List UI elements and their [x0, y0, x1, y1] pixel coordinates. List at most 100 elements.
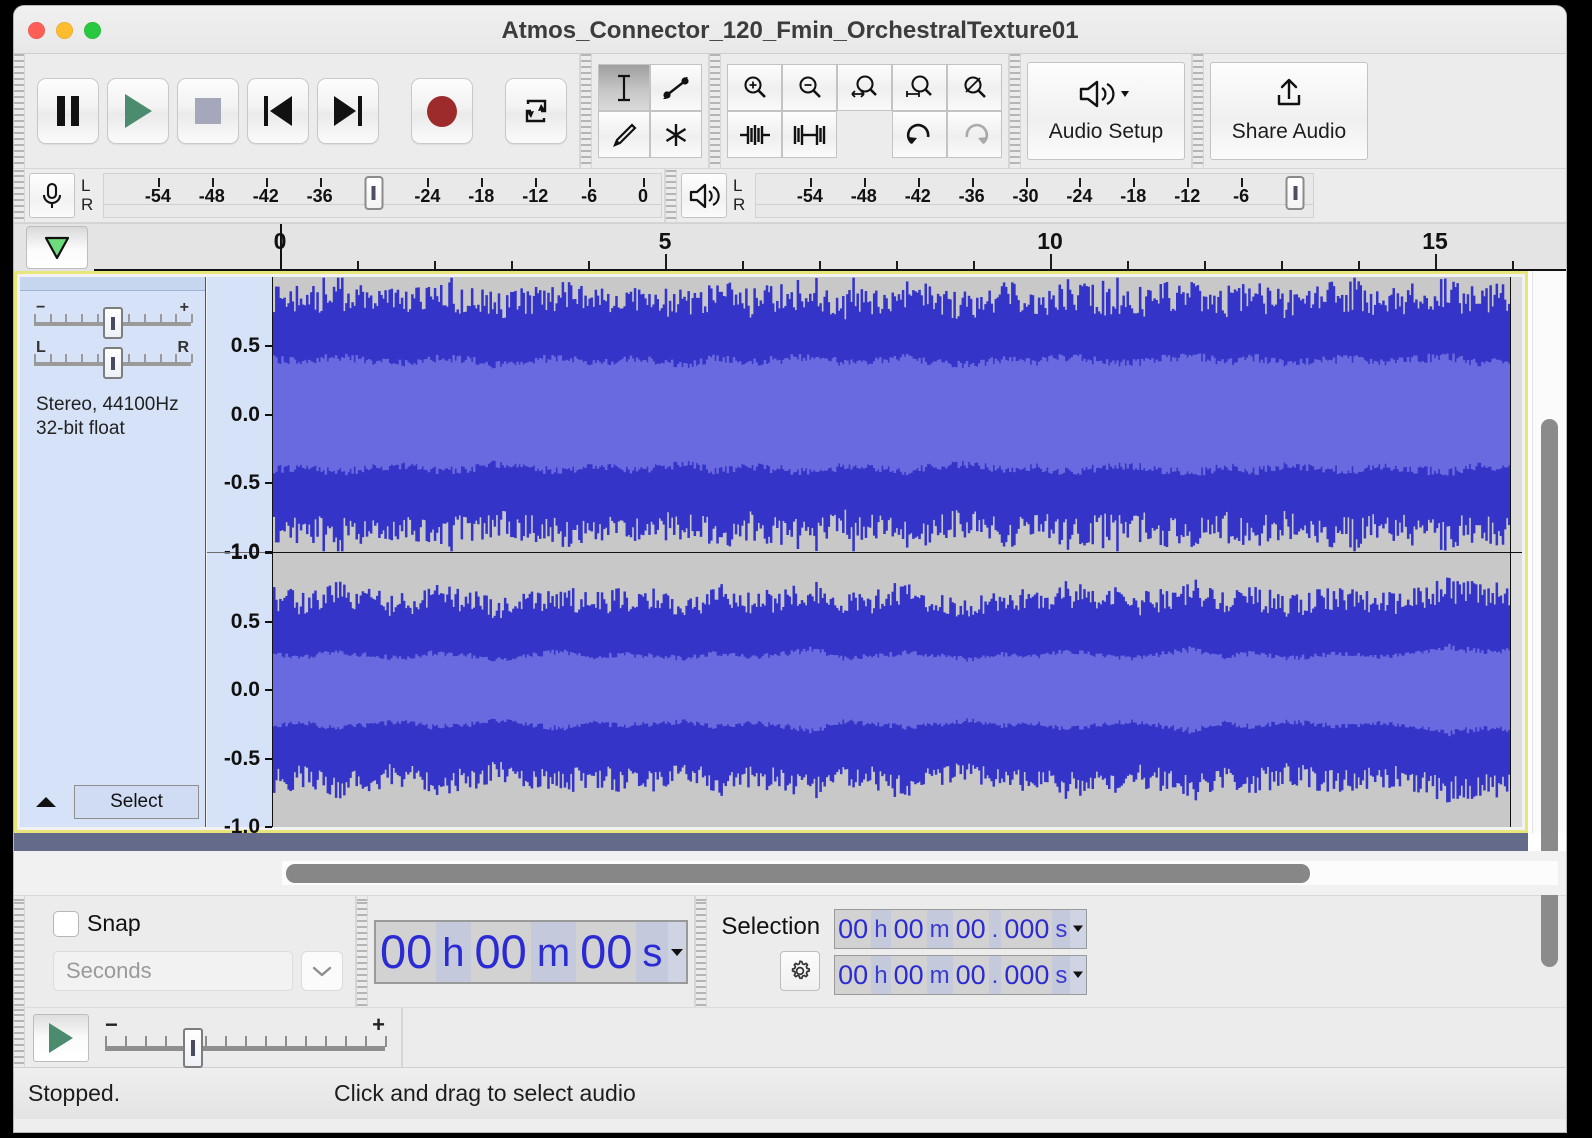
edit-toolbar-grip[interactable]	[710, 54, 721, 168]
sel-end-decimal: .	[991, 961, 999, 989]
sel-start-format-arrow[interactable]	[1070, 909, 1087, 948]
sel-start-minutes-unit: m	[929, 915, 950, 943]
sel-start-minutes[interactable]: 00	[890, 909, 927, 948]
zoom-toggle-button[interactable]	[947, 64, 1002, 111]
audio-setup-icon	[1075, 77, 1137, 116]
playback-meter-grip[interactable]	[666, 169, 677, 222]
fit-selection-button[interactable]	[837, 64, 892, 111]
undo-icon	[906, 123, 929, 144]
vertical-ruler-tick	[265, 757, 272, 760]
playback-meter[interactable]: -54-48-42-36-30-24-18-12-60	[755, 173, 1314, 218]
tools-toolbar	[592, 54, 708, 168]
playback-meter-channels: L R	[731, 169, 753, 222]
selection-end-field[interactable]: 00 h 00 m 00 . 000 s	[834, 954, 1088, 995]
collapse-track-button[interactable]	[28, 786, 64, 818]
waveform-channel-right[interactable]	[273, 552, 1522, 827]
recording-meter-button[interactable]	[29, 173, 75, 218]
sel-start-seconds[interactable]: 00	[952, 909, 989, 948]
stop-button[interactable]	[177, 78, 239, 144]
selection-settings-button[interactable]	[780, 950, 821, 991]
audio-setup-button[interactable]: Audio Setup	[1027, 62, 1185, 160]
selection-toolbar-grip[interactable]	[696, 896, 708, 1007]
playback-meter-ticks: -54-48-42-36-30-24-18-12-60	[756, 174, 1313, 217]
playback-meter-button[interactable]	[681, 173, 727, 218]
snap-checkbox[interactable]	[53, 910, 79, 937]
meter-slider-thumb[interactable]	[364, 176, 384, 210]
play-at-speed-button[interactable]	[33, 1013, 89, 1062]
pinned-play-head-button[interactable]	[26, 226, 88, 269]
waveform-channel-left[interactable]	[273, 277, 1522, 552]
time-format-arrow[interactable]	[668, 921, 687, 982]
clip-left[interactable]	[273, 277, 1511, 552]
time-seconds[interactable]: 00	[576, 921, 637, 982]
selection-tool-button[interactable]	[598, 64, 650, 111]
selection-start-field[interactable]: 00 h 00 m 00 . 000 s	[834, 908, 1088, 949]
caret-down-icon	[1073, 971, 1084, 978]
clip-right[interactable]	[273, 553, 1511, 827]
pause-button[interactable]	[37, 78, 99, 144]
vertical-ruler: 0.5 0.0 -0.5 -1.0 1.0 0.5 0.0 -0.5 -1.0	[207, 277, 273, 838]
play-speed-thumb[interactable]	[183, 1027, 203, 1068]
play-speed-min-label: −	[105, 1011, 118, 1037]
sel-start-millis[interactable]: 000	[1001, 909, 1053, 948]
track-bottom-controls: Select	[28, 785, 199, 819]
waveform-area[interactable]	[273, 277, 1522, 827]
gain-slider[interactable]: − +	[34, 299, 193, 339]
silence-audio-button[interactable]	[782, 111, 837, 158]
pan-slider-thumb[interactable]	[102, 347, 123, 379]
horizontal-scrollbar[interactable]	[14, 851, 1566, 895]
meter-tick-label: -48	[198, 186, 225, 206]
vertical-ruler-label: 0.0	[230, 678, 260, 701]
snap-format-dropdown-button[interactable]	[301, 951, 343, 991]
snap-toolbar-grip[interactable]	[14, 896, 25, 1007]
audio-setup-grip[interactable]	[1010, 54, 1021, 168]
play-speed-grip[interactable]	[14, 1008, 25, 1067]
zoom-in-button[interactable]	[727, 64, 782, 111]
multi-tool-button[interactable]	[650, 111, 702, 158]
play-speed-slider[interactable]: − +	[105, 1011, 387, 1068]
draw-tool-button[interactable]	[598, 111, 650, 158]
track-control-panel[interactable]: − + L R Stereo, 44100Hz 32-bit float Sel…	[20, 277, 206, 827]
snap-format-input[interactable]: Seconds	[53, 951, 293, 991]
gain-slider-thumb[interactable]	[102, 307, 123, 339]
audio-position-display[interactable]: 00 h 00 m 00 s	[374, 919, 689, 984]
recording-meter[interactable]: -54 -48 -42 -36 -24 -18 -12 -6 0	[103, 173, 662, 218]
fit-project-button[interactable]	[892, 64, 947, 111]
time-hours[interactable]: 00	[376, 921, 437, 982]
skip-to-end-button[interactable]	[317, 78, 379, 144]
pan-slider[interactable]: L R	[34, 339, 193, 379]
sel-end-format-arrow[interactable]	[1070, 955, 1087, 994]
timeline-ruler[interactable]: 051015	[94, 224, 1566, 271]
play-at-speed-icon	[49, 1022, 73, 1053]
stop-icon	[195, 98, 221, 124]
vertical-scrollbar[interactable]	[1532, 271, 1566, 967]
transport-toolbar-grip[interactable]	[14, 54, 25, 168]
recording-meter-grip[interactable]	[14, 169, 25, 222]
loop-button[interactable]	[505, 78, 567, 144]
redo-button[interactable]	[947, 111, 1002, 158]
tools-toolbar-grip[interactable]	[581, 54, 592, 168]
horizontal-scrollbar-thumb[interactable]	[286, 864, 1310, 883]
snap-format-combo[interactable]: Seconds	[53, 951, 355, 991]
share-audio-button[interactable]: Share Audio	[1210, 62, 1368, 160]
record-button[interactable]	[411, 78, 473, 144]
zoom-out-button[interactable]	[782, 64, 837, 111]
select-track-button[interactable]: Select	[74, 785, 199, 819]
recording-channel-l: L	[81, 176, 91, 196]
time-minutes[interactable]: 00	[470, 921, 531, 982]
playhead-line	[280, 224, 282, 269]
sel-start-hours[interactable]: 00	[835, 909, 872, 948]
skip-to-start-button[interactable]	[247, 78, 309, 144]
undo-button[interactable]	[892, 111, 947, 158]
trim-audio-button[interactable]	[727, 111, 782, 158]
sel-end-hours[interactable]: 00	[835, 955, 872, 994]
share-audio-grip[interactable]	[1193, 54, 1204, 168]
play-button[interactable]	[107, 78, 169, 144]
meter-slider-thumb[interactable]	[1285, 176, 1305, 210]
envelope-tool-button[interactable]	[650, 64, 702, 111]
sel-end-seconds[interactable]: 00	[952, 955, 989, 994]
time-toolbar-grip[interactable]	[357, 896, 368, 1007]
sel-end-minutes[interactable]: 00	[890, 955, 927, 994]
sel-end-millis[interactable]: 000	[1001, 955, 1053, 994]
snap-row: Snap	[53, 910, 355, 937]
